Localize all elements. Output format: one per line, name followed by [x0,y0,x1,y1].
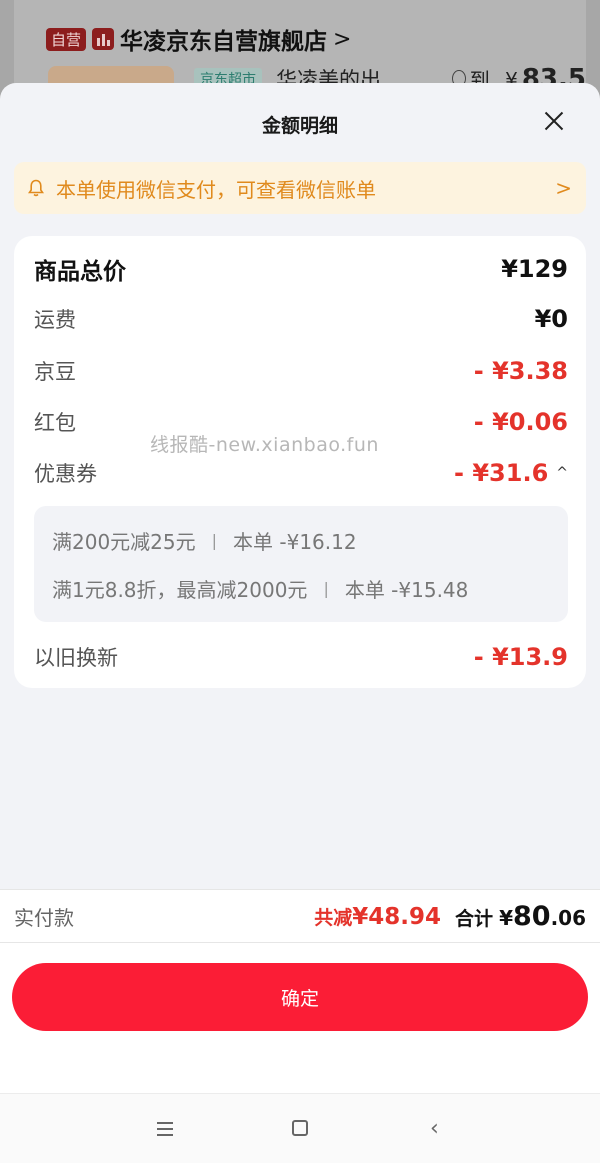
coupon-item-name: 满1元8.8折，最高减2000元 [52,578,308,602]
total-amount: 合计 ¥ 80 .06 [455,901,586,932]
separator: | [211,531,218,550]
row-jd-beans: 京豆 - ¥3.38 [34,356,568,386]
confirm-button[interactable]: 确定 [12,963,588,1031]
beans-value: - ¥3.38 [473,357,568,385]
coupon-value: - ¥31.6 [454,459,549,487]
price-detail-card: 商品总价 ¥129 运费 ¥0 京豆 - ¥3.38 红包 - ¥0.06 优惠… [14,236,586,688]
savings-amount: ¥48.94 [352,903,442,930]
menu-icon[interactable] [157,1122,173,1136]
bell-icon [28,179,44,197]
sheet-title: 金额明细 [261,115,338,137]
shipping-label: 运费 [34,308,76,332]
tradein-label: 以旧换新 [34,646,118,670]
coupon-breakdown: 满200元减25元 | 本单 -¥16.12 满1元8.8折，最高减2000元 … [34,506,568,622]
coupon-item-amount: 本单 -¥16.12 [233,530,357,554]
store-header: 自营 华凌京东自营旗舰店 > [46,22,351,56]
sum-currency: ¥ [499,905,513,930]
separator: | [323,579,329,598]
actual-pay-label: 实付款 [14,905,74,930]
payment-summary-bar: 实付款 共减 ¥48.94 合计 ¥ 80 .06 [0,889,600,943]
total-savings: 共减 ¥48.94 [314,903,441,930]
amount-detail-sheet: 金额明细 本单使用微信支付，可查看微信账单 > 商品总价 ¥129 运费 ¥0 … [0,83,600,1163]
store-arrow-icon: > [333,26,352,52]
home-icon[interactable] [292,1120,308,1136]
total-price-value: ¥129 [501,255,568,283]
wechat-bill-notice[interactable]: 本单使用微信支付，可查看微信账单 > [14,162,586,214]
chevron-right-icon: > [555,176,572,200]
coupon-item-name: 满200元减25元 [52,530,196,554]
redpacket-label: 红包 [34,411,76,435]
watermark-text: 线报酷-new.xianbao.fun [150,434,379,456]
close-icon[interactable] [544,111,564,131]
sum-label: 合计 [455,907,494,930]
coupon-label: 优惠券 [34,462,97,486]
self-operated-tag: 自营 [46,27,87,51]
row-shipping: 运费 ¥0 [34,304,568,334]
coupon-item: 满1元8.8折，最高减2000元 | 本单 -¥15.48 [52,574,468,603]
coupon-item: 满200元减25元 | 本单 -¥16.12 [52,526,357,555]
tradein-value: - ¥13.9 [473,643,568,671]
row-coupon[interactable]: 优惠券 - ¥31.6 ^ [34,458,568,488]
store-name: 华凌京东自营旗舰店 [120,29,328,55]
chevron-up-icon[interactable]: ^ [556,465,568,481]
total-price-label: 商品总价 [34,259,126,285]
sum-integer: 80 [512,900,551,932]
shipping-value: ¥0 [534,305,568,333]
store-logo-icon [92,28,115,50]
savings-label: 共减 [314,906,353,929]
row-total-price: 商品总价 ¥129 [34,252,568,286]
back-icon[interactable]: ‹ [430,1116,439,1141]
system-nav-bar: ‹ [0,1093,600,1163]
sheet-footer: 确定 [0,943,600,1093]
coupon-value-wrap: - ¥31.6 ^ [454,459,568,487]
sum-decimal: .06 [550,905,586,930]
coupon-item-amount: 本单 -¥15.48 [344,578,469,602]
redpacket-value: - ¥0.06 [473,408,568,436]
beans-label: 京豆 [34,360,76,384]
row-trade-in: 以旧换新 - ¥13.9 [34,642,568,672]
notice-text: 本单使用微信支付，可查看微信账单 [56,177,376,202]
